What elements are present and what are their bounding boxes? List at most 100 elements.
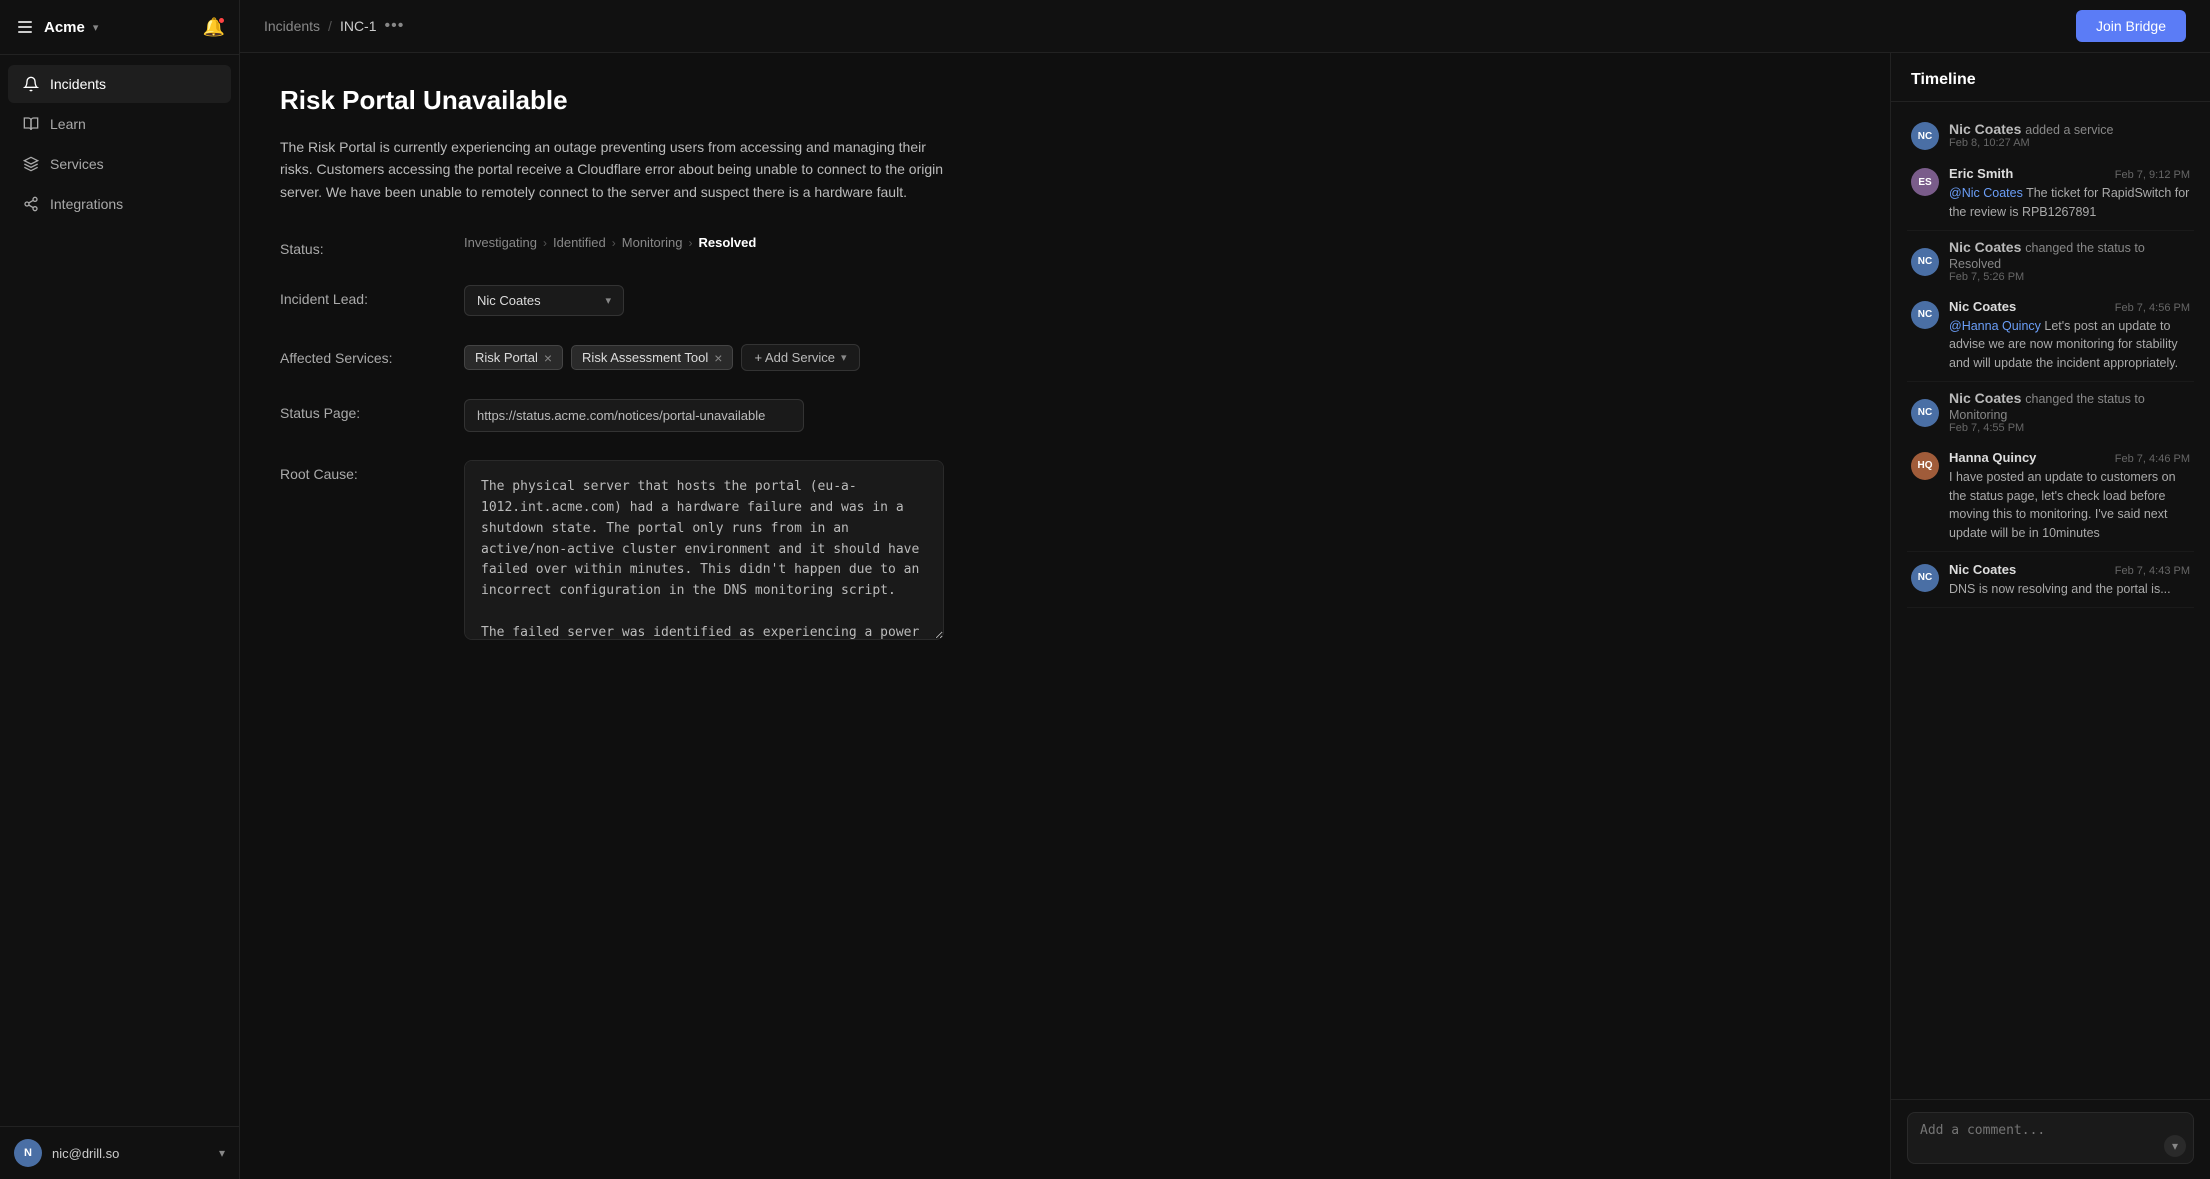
sidebar-brand[interactable]: Acme ▾ <box>14 16 98 38</box>
service-tag-name: Risk Assessment Tool <box>582 350 708 365</box>
root-cause-textarea[interactable]: The physical server that hosts the porta… <box>464 460 944 640</box>
sidebar-item-incidents[interactable]: Incidents <box>8 65 231 103</box>
timeline-body: Nic Coates Feb 7, 4:43 PM DNS is now res… <box>1949 562 2190 599</box>
avatar: NC <box>1911 301 1939 329</box>
add-service-button[interactable]: + Add Service ▾ <box>741 344 859 371</box>
status-page-input[interactable] <box>464 399 804 432</box>
timeline-entry: NC Nic Coates changed the status to Reso… <box>1907 233 2194 289</box>
status-field-row: Status: Investigating › Identified › Mon… <box>280 235 1850 257</box>
status-label: Status: <box>280 235 440 257</box>
menu-icon <box>14 16 36 38</box>
user-info: N nic@drill.so <box>14 1139 119 1167</box>
notifications-bell[interactable]: 🔔 <box>203 17 225 38</box>
join-bridge-button[interactable]: Join Bridge <box>2076 10 2186 42</box>
service-tag-name: Risk Portal <box>475 350 538 365</box>
remove-risk-portal-icon[interactable]: × <box>544 351 552 365</box>
breadcrumb-current: INC-1 <box>340 18 377 34</box>
breadcrumb: Incidents / INC-1 ••• <box>264 17 404 35</box>
timeline-text: DNS is now resolving and the portal is..… <box>1949 580 2190 599</box>
select-chevron-icon: ▾ <box>605 294 611 307</box>
avatar: NC <box>1911 564 1939 592</box>
layers-icon <box>22 155 40 173</box>
avatar: NC <box>1911 248 1939 276</box>
sidebar-item-integrations[interactable]: Integrations <box>8 185 231 223</box>
status-monitoring[interactable]: Monitoring <box>622 235 683 250</box>
book-icon <box>22 115 40 133</box>
sidebar-nav: Incidents Learn Services Integrations <box>0 55 239 1126</box>
remove-risk-assessment-icon[interactable]: × <box>714 351 722 365</box>
timeline-text: @Nic Coates The ticket for RapidSwitch f… <box>1949 184 2190 222</box>
avatar: NC <box>1911 122 1939 150</box>
timeline-header: Timeline <box>1891 53 2210 102</box>
sidebar-item-label: Integrations <box>50 196 123 212</box>
service-tag-risk-assessment: Risk Assessment Tool × <box>571 345 733 370</box>
service-tag-risk-portal: Risk Portal × <box>464 345 563 370</box>
sidebar-item-label: Incidents <box>50 76 106 92</box>
timeline-text: I have posted an update to customers on … <box>1949 468 2190 543</box>
bell-icon <box>22 75 40 93</box>
sidebar-header: Acme ▾ 🔔 <box>0 0 239 55</box>
status-page-value <box>464 399 1850 432</box>
status-page-label: Status Page: <box>280 399 440 421</box>
timeline-meta: Eric Smith Feb 7, 9:12 PM <box>1949 166 2190 181</box>
timeline-entry: NC Nic Coates Feb 7, 4:56 PM @Hanna Quin… <box>1907 291 2194 382</box>
sidebar-item-label: Services <box>50 156 104 172</box>
timeline-title: Timeline <box>1911 71 2190 89</box>
incident-panel: Risk Portal Unavailable The Risk Portal … <box>240 53 1890 1179</box>
sidebar-item-learn[interactable]: Learn <box>8 105 231 143</box>
services-tags: Risk Portal × Risk Assessment Tool × + A… <box>464 344 1850 371</box>
timeline-meta: Nic Coates Feb 7, 4:56 PM <box>1949 299 2190 314</box>
timeline-entry: HQ Hanna Quincy Feb 7, 4:46 PM I have po… <box>1907 442 2194 552</box>
avatar: HQ <box>1911 452 1939 480</box>
status-page-field-row: Status Page: <box>280 399 1850 432</box>
breadcrumb-incidents[interactable]: Incidents <box>264 18 320 34</box>
avatar: N <box>14 1139 42 1167</box>
root-cause-value: The physical server that hosts the porta… <box>464 460 1850 643</box>
breadcrumb-separator: / <box>328 18 332 34</box>
comment-box: ▾ <box>1891 1099 2210 1179</box>
incident-lead-value: Nic Coates ▾ <box>464 285 1850 316</box>
timeline-body: Nic Coates Feb 7, 4:56 PM @Hanna Quincy … <box>1949 299 2190 373</box>
timeline-meta: Nic Coates Feb 7, 4:43 PM <box>1949 562 2190 577</box>
sidebar-item-services[interactable]: Services <box>8 145 231 183</box>
timeline-body: Hanna Quincy Feb 7, 4:46 PM I have poste… <box>1949 450 2190 543</box>
timeline-entries: NC Nic Coates added a service Feb 8, 10:… <box>1891 102 2210 1099</box>
comment-input[interactable] <box>1907 1112 2194 1164</box>
more-options-icon[interactable]: ••• <box>385 17 405 35</box>
affected-services-field-row: Affected Services: Risk Portal × Risk As… <box>280 344 1850 371</box>
timeline-panel: Timeline NC Nic Coates added a service F… <box>1890 53 2210 1179</box>
avatar: NC <box>1911 399 1939 427</box>
timeline-entry: ES Eric Smith Feb 7, 9:12 PM @Nic Coates… <box>1907 158 2194 231</box>
status-identified[interactable]: Identified <box>553 235 606 250</box>
brand-name: Acme <box>44 19 85 36</box>
timeline-entry: NC Nic Coates added a service Feb 8, 10:… <box>1907 114 2194 156</box>
timeline-body: Eric Smith Feb 7, 9:12 PM @Nic Coates Th… <box>1949 166 2190 222</box>
root-cause-label: Root Cause: <box>280 460 440 482</box>
username: nic@drill.so <box>52 1146 119 1161</box>
main-content: Incidents / INC-1 ••• Join Bridge Risk P… <box>240 0 2210 1179</box>
timeline-entry: NC Nic Coates Feb 7, 4:43 PM DNS is now … <box>1907 554 2194 608</box>
user-chevron-icon: ▾ <box>219 1146 225 1160</box>
add-service-chevron-icon: ▾ <box>841 351 847 364</box>
content-area: Risk Portal Unavailable The Risk Portal … <box>240 53 2210 1179</box>
status-arrow-1: › <box>543 236 547 250</box>
timeline-text: @Hanna Quincy Let's post an update to ad… <box>1949 317 2190 373</box>
incident-lead-label: Incident Lead: <box>280 285 440 307</box>
avatar: ES <box>1911 168 1939 196</box>
scroll-down-icon[interactable]: ▾ <box>2164 1135 2186 1157</box>
timeline-entry: NC Nic Coates changed the status to Moni… <box>1907 384 2194 440</box>
timeline-simple-text: Nic Coates changed the status to Monitor… <box>1949 390 2190 434</box>
status-arrow-3: › <box>688 236 692 250</box>
status-investigating[interactable]: Investigating <box>464 235 537 250</box>
incident-lead-select[interactable]: Nic Coates ▾ <box>464 285 624 316</box>
timeline-simple-text: Nic Coates changed the status to Resolve… <box>1949 239 2190 283</box>
sidebar-footer[interactable]: N nic@drill.so ▾ <box>0 1126 239 1179</box>
affected-services-label: Affected Services: <box>280 344 440 366</box>
topbar: Incidents / INC-1 ••• Join Bridge <box>240 0 2210 53</box>
incident-lead-selected: Nic Coates <box>477 293 541 308</box>
status-resolved[interactable]: Resolved <box>698 235 756 250</box>
root-cause-field-row: Root Cause: The physical server that hos… <box>280 460 1850 643</box>
brand-chevron-icon: ▾ <box>93 21 99 34</box>
notification-dot <box>218 17 225 24</box>
status-arrow-2: › <box>612 236 616 250</box>
